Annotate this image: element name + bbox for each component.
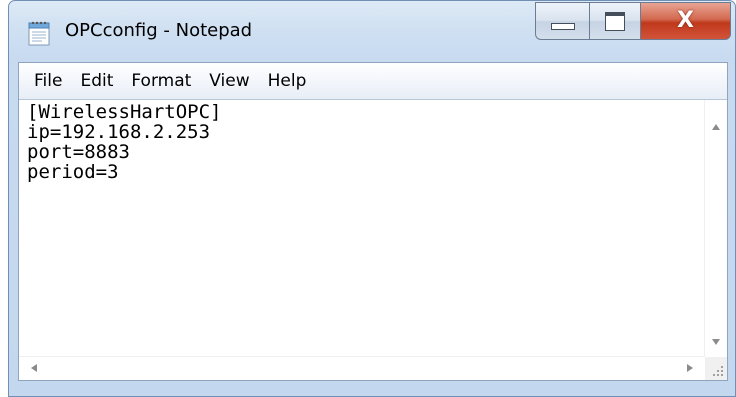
menu-bar: File Edit Format View Help: [19, 63, 727, 100]
menu-format[interactable]: Format: [122, 63, 200, 99]
editor-line: [WirelessHartOPC]: [27, 101, 222, 123]
menu-view[interactable]: View: [200, 63, 258, 99]
vertical-scrollbar[interactable]: [704, 100, 727, 357]
scroll-right-arrow-icon: [687, 364, 693, 372]
menu-edit[interactable]: Edit: [71, 63, 122, 99]
maximize-icon: [605, 11, 625, 31]
scroll-up-button[interactable]: [705, 116, 727, 138]
close-button[interactable]: X: [641, 2, 731, 40]
editor-line: period=3: [27, 161, 119, 183]
scroll-left-button[interactable]: [23, 357, 45, 379]
client-area: File Edit Format View Help [WirelessHart…: [18, 62, 728, 381]
notepad-window: OPCconfig - Notepad X File Edit Format V…: [8, 0, 736, 397]
scroll-down-button[interactable]: [705, 331, 727, 353]
notepad-icon: [28, 21, 50, 46]
minimize-icon: [550, 22, 575, 30]
horizontal-scrollbar[interactable]: [19, 356, 705, 380]
editor-content: [WirelessHartOPC] ip=192.168.2.253 port=…: [19, 100, 705, 182]
editor-line: ip=192.168.2.253: [27, 121, 211, 143]
close-icon: X: [677, 8, 694, 33]
caption-buttons: X: [535, 2, 731, 42]
scroll-right-button[interactable]: [679, 357, 701, 379]
scroll-up-arrow-icon: [712, 124, 720, 130]
menu-help[interactable]: Help: [259, 63, 316, 99]
window-title: OPCconfig - Notepad: [65, 20, 253, 41]
minimize-button[interactable]: [535, 2, 589, 40]
size-grip[interactable]: [705, 357, 727, 380]
scroll-left-arrow-icon: [31, 364, 37, 372]
text-editor[interactable]: [WirelessHartOPC] ip=192.168.2.253 port=…: [19, 100, 705, 357]
title-bar[interactable]: OPCconfig - Notepad X: [9, 1, 735, 61]
editor-line: port=8883: [27, 141, 130, 163]
menu-file[interactable]: File: [25, 63, 71, 99]
scroll-down-arrow-icon: [712, 339, 720, 345]
size-grip-icon: [713, 366, 723, 376]
maximize-button[interactable]: [589, 2, 641, 40]
